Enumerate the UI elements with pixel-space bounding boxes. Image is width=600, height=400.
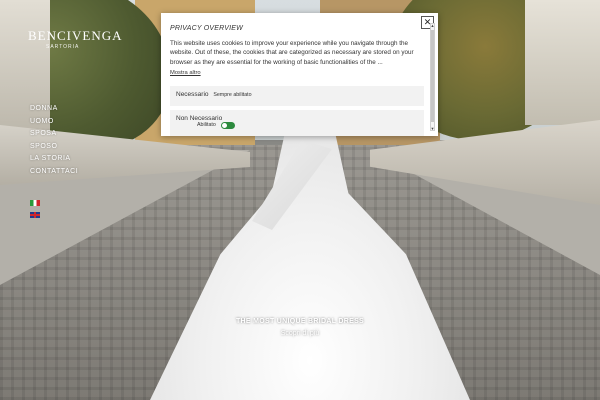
non-necessary-cookies-toggle[interactable] (221, 122, 235, 129)
nav-item-sposa[interactable]: SPOSA (30, 128, 78, 141)
toggle-knob (222, 123, 227, 128)
brand-name: BENCIVENGA (28, 28, 123, 43)
side-navigation: DONNA UOMO SPOSA SPOSO LA STORIA CONTATT… (30, 103, 78, 224)
scroll-up-arrow-icon[interactable]: ▲ (430, 23, 435, 28)
non-necessary-cookies-label: Non Necessario (176, 115, 223, 122)
cookie-modal-title: PRIVACY OVERVIEW (170, 25, 243, 32)
nav-item-contattaci[interactable]: CONTATTACI (30, 166, 78, 179)
nav-item-uomo[interactable]: UOMO (30, 116, 78, 129)
discover-more-link[interactable]: Scopri di più (200, 330, 400, 337)
nav-item-donna[interactable]: DONNA (30, 103, 78, 116)
nav-item-sposo[interactable]: SPOSO (30, 141, 78, 154)
show-more-link[interactable]: Mostra altro (170, 70, 201, 76)
scroll-down-arrow-icon[interactable]: ▼ (430, 126, 435, 131)
brand-tagline: SARTORIA (46, 44, 80, 50)
necessary-cookies-panel[interactable]: Necessario Sempre abilitato (170, 86, 424, 106)
non-necessary-cookies-panel[interactable]: Non Necessario Abilitato (170, 110, 424, 136)
scrollbar-thumb[interactable] (431, 30, 434, 122)
always-enabled-status: Sempre abilitato (213, 92, 252, 98)
hero-title: THE MOST UNIQUE BRIDAL DRESS (235, 318, 365, 325)
cookie-consent-modal: PRIVACY OVERVIEW This website uses cooki… (161, 13, 438, 136)
italian-flag-icon[interactable] (30, 200, 40, 206)
nav-item-la-storia[interactable]: LA STORIA (30, 153, 78, 166)
cookie-modal-scrollbar[interactable]: ▲ ▼ (430, 23, 435, 131)
necessary-cookies-row: Necessario Sempre abilitato (176, 91, 252, 98)
cookie-modal-description: This website uses cookies to improve you… (170, 40, 414, 66)
cookie-modal-body: PRIVACY OVERVIEW This website uses cooki… (161, 13, 429, 136)
enabled-toggle-label: Abilitato (197, 122, 216, 128)
necessary-cookies-label: Necessario (176, 91, 209, 98)
brand-logo[interactable]: BENCIVENGA SARTORIA (28, 28, 123, 50)
statue-right (525, 0, 600, 125)
uk-flag-icon[interactable] (30, 212, 40, 218)
